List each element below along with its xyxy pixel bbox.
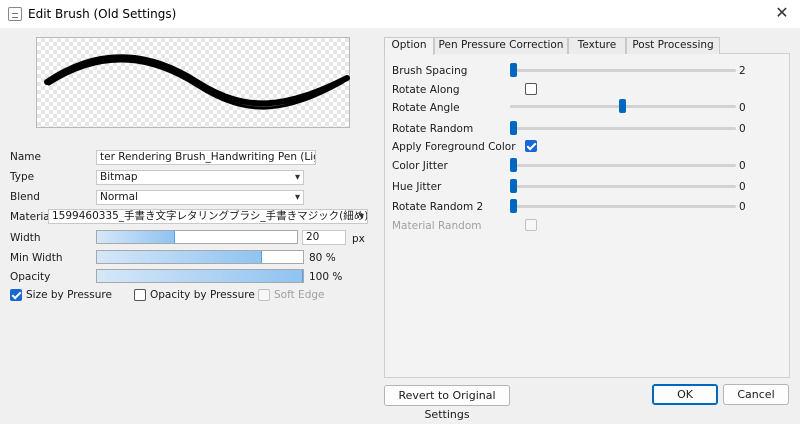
ok-button[interactable]: OK [652,384,718,405]
material-random-label: Material Random [392,220,482,232]
soft-edge-checkbox [258,289,270,301]
material-label: Material [10,211,53,223]
rotate-angle-label: Rotate Angle [392,102,460,114]
rotate-angle-thumb[interactable] [619,99,626,113]
brush-stroke-preview [44,54,350,110]
color-jitter-value: 0 [739,160,746,172]
soft-edge-label: Soft Edge [274,289,325,301]
brush-spacing-label: Brush Spacing [392,65,468,77]
brush-spacing-value: 2 [739,65,746,77]
material-select[interactable]: 1599460335_手書き文字レタリングブラシ_手書きマジック(細め)_2.m… [48,209,368,224]
min-width-bar[interactable] [96,250,304,264]
color-jitter-track[interactable] [510,164,736,167]
revert-button[interactable]: Revert to Original Settings [384,385,510,421]
tab-option[interactable]: Option [384,37,434,55]
hue-jitter-track[interactable] [510,185,736,188]
width-label: Width [10,232,41,244]
rotate-random-2-thumb[interactable] [510,199,517,213]
material-select-value: 1599460335_手書き文字レタリングブラシ_手書きマジック(細め)_2.m… [52,210,368,222]
type-label: Type [10,171,35,183]
size-by-pressure-label: Size by Pressure [26,289,112,301]
opacity-by-pressure-checkbox[interactable] [134,289,146,301]
tab-texture[interactable]: Texture [568,37,626,54]
width-input[interactable]: 20 [302,230,346,245]
rotate-angle-value: 0 [739,102,746,114]
min-width-bar-fill [97,251,262,263]
opacity-bar[interactable] [96,269,304,283]
rotate-random-thumb[interactable] [510,121,517,135]
rotate-random-value: 0 [739,123,746,135]
hue-jitter-thumb[interactable] [510,179,517,193]
opacity-value: 100 % [309,271,343,283]
close-icon[interactable]: ✕ [773,4,791,22]
tab-post-processing[interactable]: Post Processing [626,37,720,54]
rotate-along-label: Rotate Along [392,84,460,96]
width-bar-fill [97,231,175,243]
min-width-label: Min Width [10,252,63,264]
apply-foreground-color-checkbox[interactable] [525,140,537,152]
color-jitter-thumb[interactable] [510,158,517,172]
blend-select[interactable]: Normal [96,190,304,205]
hue-jitter-label: Hue Jitter [392,181,442,193]
type-select[interactable]: Bitmap [96,170,304,185]
hue-jitter-value: 0 [739,181,746,193]
apply-foreground-color-label: Apply Foreground Color [392,141,516,153]
brush-spacing-track[interactable] [510,69,736,72]
blend-select-value: Normal [100,191,138,203]
rotate-random-2-track[interactable] [510,205,736,208]
brush-app-icon [8,7,22,21]
material-random-checkbox [525,219,537,231]
cancel-button[interactable]: Cancel [723,384,789,405]
width-unit: px [352,233,365,245]
brush-spacing-thumb[interactable] [510,63,517,77]
blend-label: Blend [10,191,40,203]
title-bar: Edit Brush (Old Settings) ✕ [0,0,800,28]
size-by-pressure-checkbox[interactable] [10,289,22,301]
min-width-value: 80 % [309,252,336,264]
rotate-random-label: Rotate Random [392,123,474,135]
opacity-by-pressure-label: Opacity by Pressure [150,289,255,301]
rotate-random-track[interactable] [510,127,736,130]
opacity-bar-fill [97,270,303,282]
name-field[interactable]: ter Rendering Brush_Handwriting Pen (Lig… [96,150,316,165]
color-jitter-label: Color Jitter [392,160,448,172]
rotate-random-2-value: 0 [739,201,746,213]
brush-preview [36,37,350,128]
width-bar[interactable] [96,230,298,244]
tab-pen-pressure-correction[interactable]: Pen Pressure Correction [434,37,568,54]
opacity-label: Opacity [10,271,51,283]
type-select-value: Bitmap [100,171,138,183]
window-title: Edit Brush (Old Settings) [28,7,177,21]
rotate-along-checkbox[interactable] [525,83,537,95]
name-label: Name [10,151,41,163]
rotate-random-2-label: Rotate Random 2 [392,201,484,213]
